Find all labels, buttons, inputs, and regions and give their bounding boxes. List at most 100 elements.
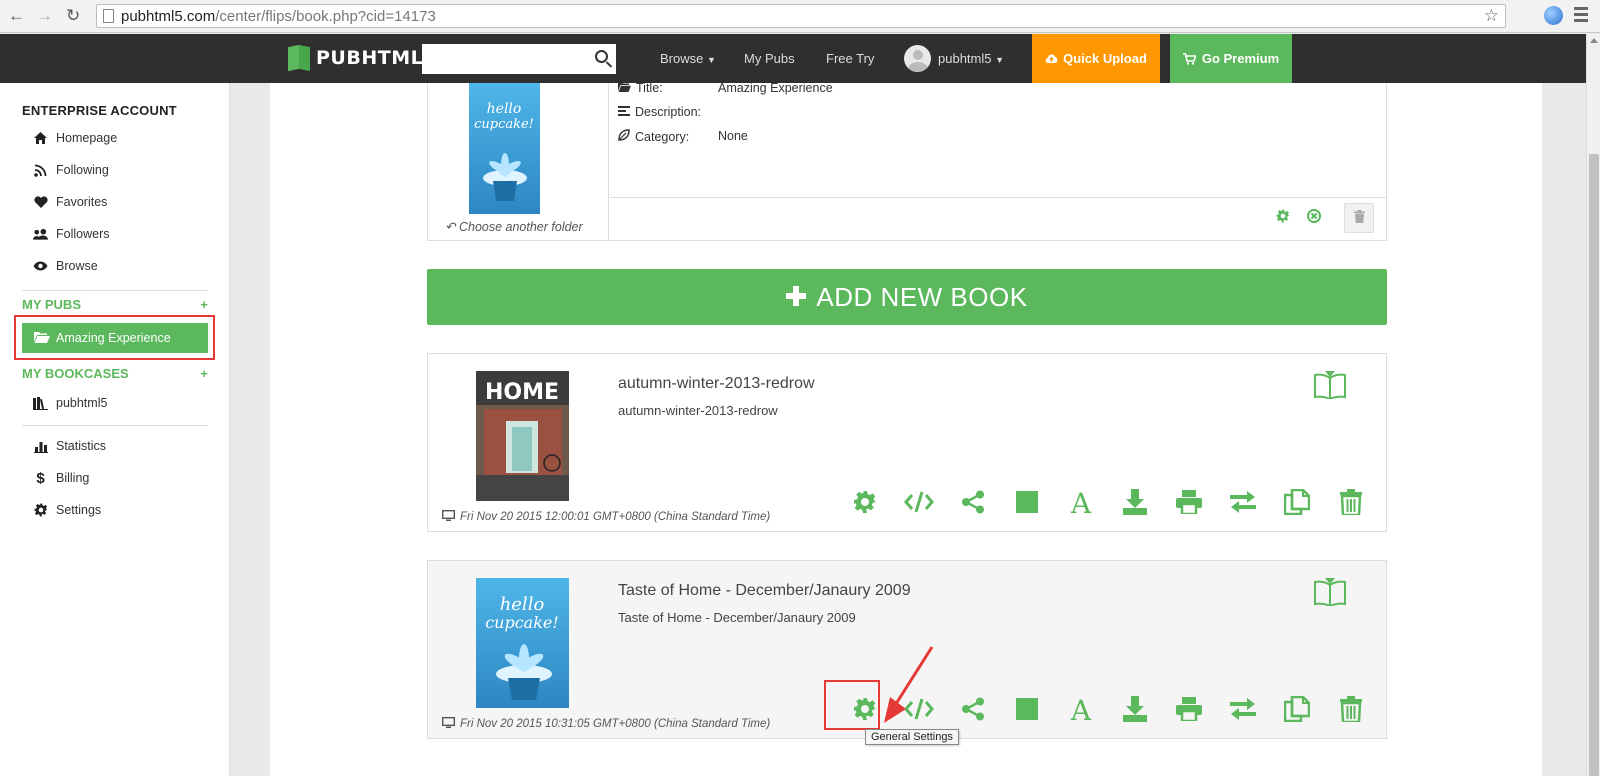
search-input[interactable] [422, 44, 616, 74]
scroll-up-arrow-icon[interactable] [1590, 38, 1598, 43]
reply-arrow-icon: ↶ [445, 220, 456, 234]
quick-upload-button[interactable]: Quick Upload [1032, 34, 1160, 83]
my-bookcases-heading: MY BOOKCASES [22, 366, 129, 381]
book-title[interactable]: Taste of Home - December/Janaury 2009 [618, 582, 911, 600]
sidebar-item-label: Following [56, 163, 109, 177]
my-pubs-heading: MY PUBS [22, 297, 81, 312]
folder-cover-image[interactable]: hello cupcake! [469, 83, 540, 214]
sidebar-item-settings[interactable]: Settings [33, 500, 101, 520]
highlight-box [824, 680, 880, 730]
reload-icon[interactable]: ↻ [66, 6, 80, 26]
sidebar-item-homepage[interactable]: Homepage [33, 128, 117, 148]
choose-another-folder-link[interactable]: ↶ Choose another folder [445, 219, 583, 234]
add-bookcase-button[interactable]: + [200, 366, 208, 381]
share-icon[interactable] [946, 486, 1000, 518]
add-pub-folder-button[interactable]: + [200, 297, 208, 312]
print-icon[interactable] [1162, 486, 1216, 518]
dollar-icon: $ [36, 469, 45, 487]
add-new-book-button[interactable]: ADD NEW BOOK [427, 269, 1387, 325]
annotation-arrow-icon [884, 646, 934, 723]
site-navbar: PUBHTML5 Browse ▼ My Pubs Free Try pubht… [0, 34, 1586, 83]
plus-icon [786, 282, 807, 313]
book-title[interactable]: autumn-winter-2013-redrow [618, 375, 815, 393]
add-new-book-label: ADD NEW BOOK [816, 281, 1028, 312]
site-logo[interactable]: PUBHTML5 [288, 44, 437, 72]
go-premium-button[interactable]: Go Premium [1170, 34, 1292, 83]
folder-info-panel: hello cupcake! ↶ Choose another folder T… [427, 81, 1387, 241]
nav-my-pubs[interactable]: My Pubs [744, 51, 795, 66]
sidebar-item-followers[interactable]: Followers [33, 224, 110, 244]
quick-upload-label: Quick Upload [1063, 51, 1147, 66]
url-text[interactable]: pubhtml5.com/center/flips/book.php?cid=1… [121, 8, 436, 25]
user-menu[interactable]: pubhtml5 ▼ [938, 51, 1004, 66]
background-square-icon[interactable] [1000, 693, 1054, 725]
svg-text:cupcake!: cupcake! [485, 613, 559, 632]
sidebar-item-statistics[interactable]: Statistics [33, 436, 106, 456]
folder-category-value: None [718, 129, 748, 143]
address-bar[interactable]: pubhtml5.com/center/flips/book.php?cid=1… [96, 4, 1506, 28]
read-book-icon[interactable] [1314, 578, 1346, 609]
book-cover-image[interactable]: hello cupcake! [474, 578, 571, 708]
back-arrow-icon[interactable]: ← [8, 6, 25, 26]
download-icon[interactable] [1108, 693, 1162, 725]
embed-code-icon[interactable] [892, 486, 946, 518]
sidebar-item-favorites[interactable]: Favorites [33, 192, 107, 212]
monitor-icon [441, 509, 456, 524]
main-content: hello cupcake! ↶ Choose another folder T… [270, 81, 1542, 776]
sidebar-item-label: Billing [56, 471, 90, 485]
sidebar-item-bookcase[interactable]: pubhtml5 [33, 393, 107, 413]
sidebar-item-label: Favorites [56, 195, 108, 209]
print-icon[interactable] [1162, 693, 1216, 725]
sidebar-item-browse[interactable]: Browse [33, 256, 98, 276]
sidebar-item-label: Statistics [56, 439, 107, 453]
folder-settings-icon[interactable] [1276, 209, 1290, 226]
extension-globe-icon[interactable] [1544, 6, 1563, 25]
scrollbar-thumb[interactable] [1589, 154, 1599, 776]
search-icon[interactable] [595, 50, 608, 63]
avatar[interactable] [904, 45, 931, 72]
bookmark-star-icon[interactable]: ☆ [1484, 6, 1499, 26]
folder-delete-button[interactable] [1344, 203, 1374, 233]
transfer-arrows-icon[interactable] [1216, 486, 1270, 518]
sidebar-item-billing[interactable]: $ Billing [33, 468, 89, 488]
highlight-box [14, 315, 215, 360]
trash-icon[interactable] [1324, 486, 1378, 518]
browser-menu-icon[interactable] [1574, 7, 1588, 25]
username-label: pubhtml5 [938, 51, 992, 66]
sidebar: ENTERPRISE ACCOUNT Homepage Following Fa… [0, 83, 230, 776]
svg-text:cupcake!: cupcake! [474, 117, 534, 132]
sidebar-item-label: Settings [56, 503, 102, 517]
cart-icon [1182, 52, 1196, 65]
book-date-text: Fri Nov 20 2015 10:31:05 GMT+0800 (China… [460, 718, 771, 730]
nav-free-try[interactable]: Free Try [826, 51, 874, 66]
read-book-icon[interactable] [1314, 371, 1346, 402]
download-icon[interactable] [1108, 486, 1162, 518]
page-icon [103, 9, 114, 23]
forward-arrow-icon[interactable]: → [36, 6, 53, 26]
sidebar-item-following[interactable]: Following [33, 160, 109, 180]
share-icon[interactable] [946, 693, 1000, 725]
font-icon[interactable]: A [1054, 486, 1108, 518]
page-scrollbar[interactable] [1586, 34, 1600, 776]
background-square-icon[interactable] [1000, 486, 1054, 518]
transfer-arrows-icon[interactable] [1216, 693, 1270, 725]
book-card: hello cupcake! Taste of Home - December/… [427, 560, 1387, 745]
nav-browse[interactable]: Browse ▼ [660, 51, 716, 66]
sidebar-item-label: Browse [56, 259, 98, 273]
book-date-text: Fri Nov 20 2015 12:00:01 GMT+0800 (China… [460, 511, 771, 523]
users-icon [33, 227, 48, 242]
bar-chart-icon [33, 439, 48, 454]
font-icon[interactable]: A [1054, 693, 1108, 725]
settings-gear-icon[interactable] [838, 486, 892, 518]
copy-icon[interactable] [1270, 486, 1324, 518]
sidebar-item-label: pubhtml5 [56, 396, 108, 410]
folder-divider [610, 197, 1387, 198]
folder-description-row: Description: [618, 105, 718, 119]
heart-icon [33, 195, 48, 210]
trash-icon[interactable] [1324, 693, 1378, 725]
book-cover-image[interactable]: HOME [476, 371, 569, 501]
folder-remove-icon[interactable] [1307, 209, 1321, 226]
folder-title-label: Title: [636, 81, 663, 95]
copy-icon[interactable] [1270, 693, 1324, 725]
logo-text: PUBHTML5 [316, 47, 437, 69]
